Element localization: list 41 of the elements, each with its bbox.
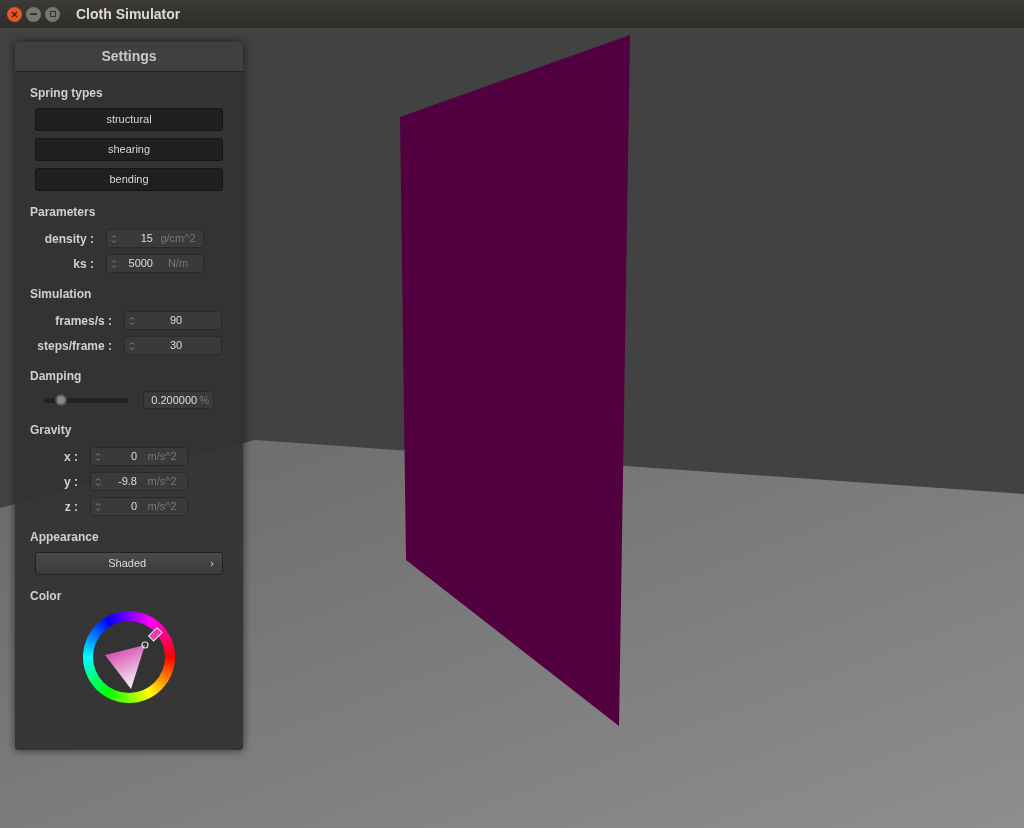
window-title: Cloth Simulator	[76, 4, 181, 24]
section-heading: Damping	[29, 368, 83, 385]
field-label: density :	[43, 230, 94, 248]
spinner-arrows-icon[interactable]	[95, 451, 101, 462]
number-field[interactable]: 90	[124, 311, 222, 330]
field-label: steps/frame :	[36, 337, 112, 355]
damping-slider[interactable]	[44, 393, 128, 407]
spinner-arrows-icon[interactable]	[111, 233, 117, 244]
section-heading: Parameters	[29, 204, 97, 221]
spinner-arrows-icon[interactable]	[129, 340, 135, 351]
spring-type-button[interactable]: bending	[35, 168, 223, 191]
number-field[interactable]: 30	[124, 336, 222, 355]
minimize-button[interactable]	[26, 6, 41, 22]
maximize-button[interactable]	[45, 6, 60, 22]
spinner-arrows-icon[interactable]	[95, 501, 101, 512]
number-field[interactable]: 0 m/s^2	[90, 497, 188, 516]
appearance-dropdown[interactable]: Shaded ›	[35, 552, 223, 575]
section-heading: Color	[29, 588, 63, 605]
number-field[interactable]: 5000 N/m	[106, 254, 204, 273]
field-label: ks :	[72, 255, 94, 273]
slider-thumb[interactable]	[54, 394, 67, 406]
close-button[interactable]	[7, 6, 22, 22]
number-field[interactable]: 0 m/s^2	[90, 447, 188, 466]
number-field[interactable]: -9.8 m/s^2	[90, 472, 188, 491]
field-label: x :	[63, 448, 78, 466]
section-heading: Spring types	[29, 85, 104, 102]
damping-field[interactable]: 0.200000 %	[142, 391, 214, 409]
section-heading: Gravity	[29, 422, 73, 439]
panel-title: Settings	[15, 42, 243, 72]
spinner-arrows-icon[interactable]	[95, 476, 101, 487]
field-label: y :	[63, 473, 78, 491]
spinner-arrows-icon[interactable]	[129, 315, 135, 326]
spring-type-button[interactable]: shearing	[35, 138, 223, 161]
close-icon	[11, 10, 18, 18]
section-heading: Appearance	[29, 529, 100, 546]
field-label: frames/s :	[54, 312, 112, 330]
spring-type-button[interactable]: structural	[35, 108, 223, 131]
section-heading: Simulation	[29, 286, 93, 303]
spinner-arrows-icon[interactable]	[111, 258, 117, 269]
field-label: z :	[63, 498, 78, 516]
number-field[interactable]: 15 g/cm^2	[106, 229, 204, 248]
